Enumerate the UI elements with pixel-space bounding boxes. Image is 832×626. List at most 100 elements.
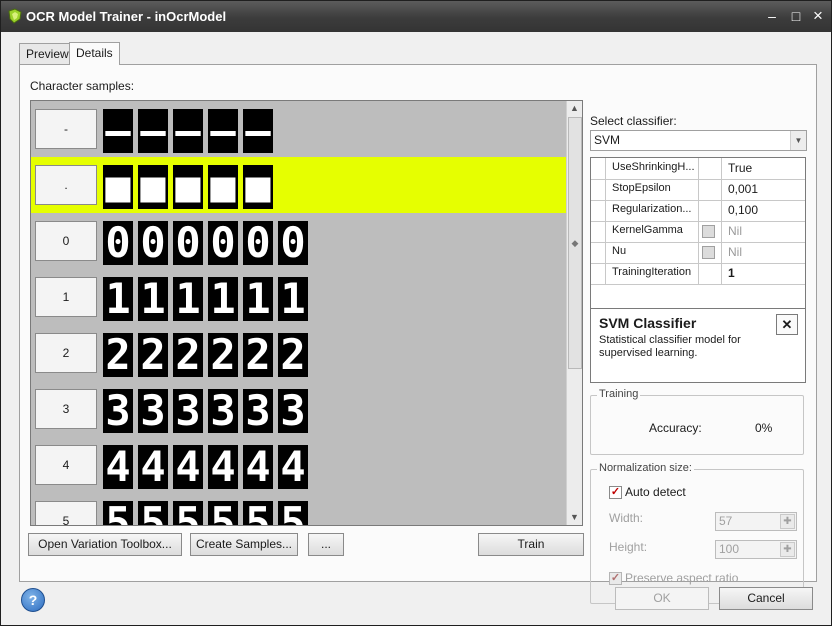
sample-row-label[interactable]: 1: [35, 277, 97, 317]
sample-thumbnail[interactable]: 1: [278, 277, 308, 321]
sample-thumbnail[interactable]: 2: [103, 333, 133, 377]
chevron-down-icon[interactable]: ▼: [790, 131, 806, 150]
sample-row-label[interactable]: 2: [35, 333, 97, 373]
spin-icon[interactable]: ✚: [780, 514, 795, 529]
property-row[interactable]: Regularization... 0,100: [591, 200, 805, 222]
more-options-button[interactable]: ...: [308, 533, 344, 556]
property-value[interactable]: 0,100: [728, 203, 758, 217]
sample-thumbnail[interactable]: 4: [103, 445, 133, 489]
sample-row-label[interactable]: -: [35, 109, 97, 149]
property-checkbox[interactable]: [702, 225, 715, 238]
sample-row-label[interactable]: 3: [35, 389, 97, 429]
sample-thumbnail[interactable]: 4: [278, 445, 308, 489]
open-variation-toolbox-button[interactable]: Open Variation Toolbox...: [28, 533, 182, 556]
sample-row[interactable]: 3333333: [31, 381, 567, 437]
scroll-down-icon[interactable]: ▼: [567, 510, 582, 525]
sample-thumbnail[interactable]: —: [173, 109, 203, 153]
property-value[interactable]: 0,001: [728, 182, 758, 196]
property-row[interactable]: UseShrinkingH... True: [591, 158, 805, 180]
sample-thumbnail[interactable]: 4: [138, 445, 168, 489]
sample-thumbnail[interactable]: ■: [173, 165, 203, 209]
cancel-button[interactable]: Cancel: [719, 587, 813, 610]
sample-thumbnail[interactable]: 5: [208, 501, 238, 525]
sample-row[interactable]: 4444444: [31, 437, 567, 493]
sample-thumbnail[interactable]: ■: [138, 165, 168, 209]
sample-thumbnail[interactable]: 0: [208, 221, 238, 265]
classifier-select[interactable]: SVM ▼: [590, 130, 807, 151]
sample-thumbnail[interactable]: 0: [138, 221, 168, 265]
sample-row[interactable]: 1111111: [31, 269, 567, 325]
sample-row[interactable]: 5555555: [31, 493, 567, 525]
tab-details[interactable]: Details: [69, 42, 120, 65]
tab-preview[interactable]: Preview: [19, 43, 76, 64]
ok-button[interactable]: OK: [615, 587, 709, 610]
scroll-up-icon[interactable]: ▲: [567, 101, 582, 116]
character-samples-list[interactable]: - — — — — —. ■ ■ ■ ■ ■ 0 0 0 0 0 0 0 1 1 1 1 1 1 1 2 2 2 2 2 2 2 3 3 3 3 3 3 3…: [30, 100, 583, 526]
sample-thumbnail[interactable]: —: [208, 109, 238, 153]
sample-thumbnail[interactable]: —: [103, 109, 133, 153]
sample-thumbnail[interactable]: 2: [138, 333, 168, 377]
property-row[interactable]: TrainingIteration 1: [591, 263, 805, 285]
sample-thumbnail[interactable]: —: [243, 109, 273, 153]
train-button[interactable]: Train: [478, 533, 584, 556]
property-value[interactable]: Nil: [728, 224, 742, 238]
sample-row[interactable]: . ■ ■ ■ ■ ■: [31, 157, 567, 213]
sample-thumbnail[interactable]: 1: [208, 277, 238, 321]
sample-thumbnail[interactable]: 3: [278, 389, 308, 433]
property-row[interactable]: Nu Nil: [591, 242, 805, 264]
sample-thumbnail[interactable]: 1: [138, 277, 168, 321]
sample-thumbnail[interactable]: 5: [278, 501, 308, 525]
preserve-aspect-checkbox[interactable]: ✓: [609, 572, 622, 585]
sample-thumbnail[interactable]: ■: [208, 165, 238, 209]
sample-thumbnail[interactable]: 0: [278, 221, 308, 265]
sample-thumbnail[interactable]: 2: [173, 333, 203, 377]
create-samples-button[interactable]: Create Samples...: [190, 533, 298, 556]
maximize-button[interactable]: □: [787, 7, 805, 25]
width-input[interactable]: 57 ✚: [715, 512, 797, 531]
sample-thumbnail[interactable]: ■: [243, 165, 273, 209]
scrollbar-thumb[interactable]: ◆: [568, 117, 582, 369]
auto-detect-checkbox[interactable]: ✓: [609, 486, 622, 499]
spin-icon[interactable]: ✚: [780, 542, 795, 557]
sample-row-label[interactable]: 4: [35, 445, 97, 485]
property-row[interactable]: StopEpsilon 0,001: [591, 179, 805, 201]
sample-row[interactable]: 2222222: [31, 325, 567, 381]
height-input[interactable]: 100 ✚: [715, 540, 797, 559]
sample-thumbnail[interactable]: 4: [243, 445, 273, 489]
sample-thumbnail[interactable]: 3: [103, 389, 133, 433]
sample-thumbnail[interactable]: 3: [243, 389, 273, 433]
sample-thumbnail[interactable]: ■: [103, 165, 133, 209]
sample-thumbnail[interactable]: 4: [173, 445, 203, 489]
sample-thumbnail[interactable]: 5: [138, 501, 168, 525]
sample-thumbnail[interactable]: 0: [173, 221, 203, 265]
sample-thumbnail[interactable]: 1: [173, 277, 203, 321]
title-bar[interactable]: OCR Model Trainer - inOcrModel – □ ×: [1, 1, 831, 32]
sample-row[interactable]: - — — — — —: [31, 101, 567, 157]
sample-thumbnail[interactable]: 2: [208, 333, 238, 377]
property-value[interactable]: True: [728, 161, 752, 175]
property-value[interactable]: Nil: [728, 245, 742, 259]
sample-row-label[interactable]: 0: [35, 221, 97, 261]
property-checkbox[interactable]: [702, 246, 715, 259]
sample-thumbnail[interactable]: —: [138, 109, 168, 153]
sample-thumbnail[interactable]: 1: [103, 277, 133, 321]
sample-thumbnail[interactable]: 5: [243, 501, 273, 525]
sample-thumbnail[interactable]: 2: [243, 333, 273, 377]
sample-thumbnail[interactable]: 1: [243, 277, 273, 321]
sample-thumbnail[interactable]: 4: [208, 445, 238, 489]
close-window-button[interactable]: ×: [809, 7, 827, 25]
sample-thumbnail[interactable]: 5: [103, 501, 133, 525]
close-icon[interactable]: ✕: [776, 314, 798, 335]
sample-row[interactable]: 0000000: [31, 213, 567, 269]
property-value[interactable]: 1: [728, 266, 735, 280]
minimize-button[interactable]: –: [763, 7, 781, 25]
sample-thumbnail[interactable]: 5: [173, 501, 203, 525]
help-icon[interactable]: ?: [21, 588, 45, 612]
sample-thumbnail[interactable]: 0: [243, 221, 273, 265]
sample-thumbnail[interactable]: 3: [173, 389, 203, 433]
sample-thumbnail[interactable]: 0: [103, 221, 133, 265]
property-row[interactable]: KernelGamma Nil: [591, 221, 805, 243]
sample-thumbnail[interactable]: 3: [138, 389, 168, 433]
sample-row-label[interactable]: .: [35, 165, 97, 205]
samples-scrollbar[interactable]: ▲ ◆ ▼: [566, 101, 582, 525]
